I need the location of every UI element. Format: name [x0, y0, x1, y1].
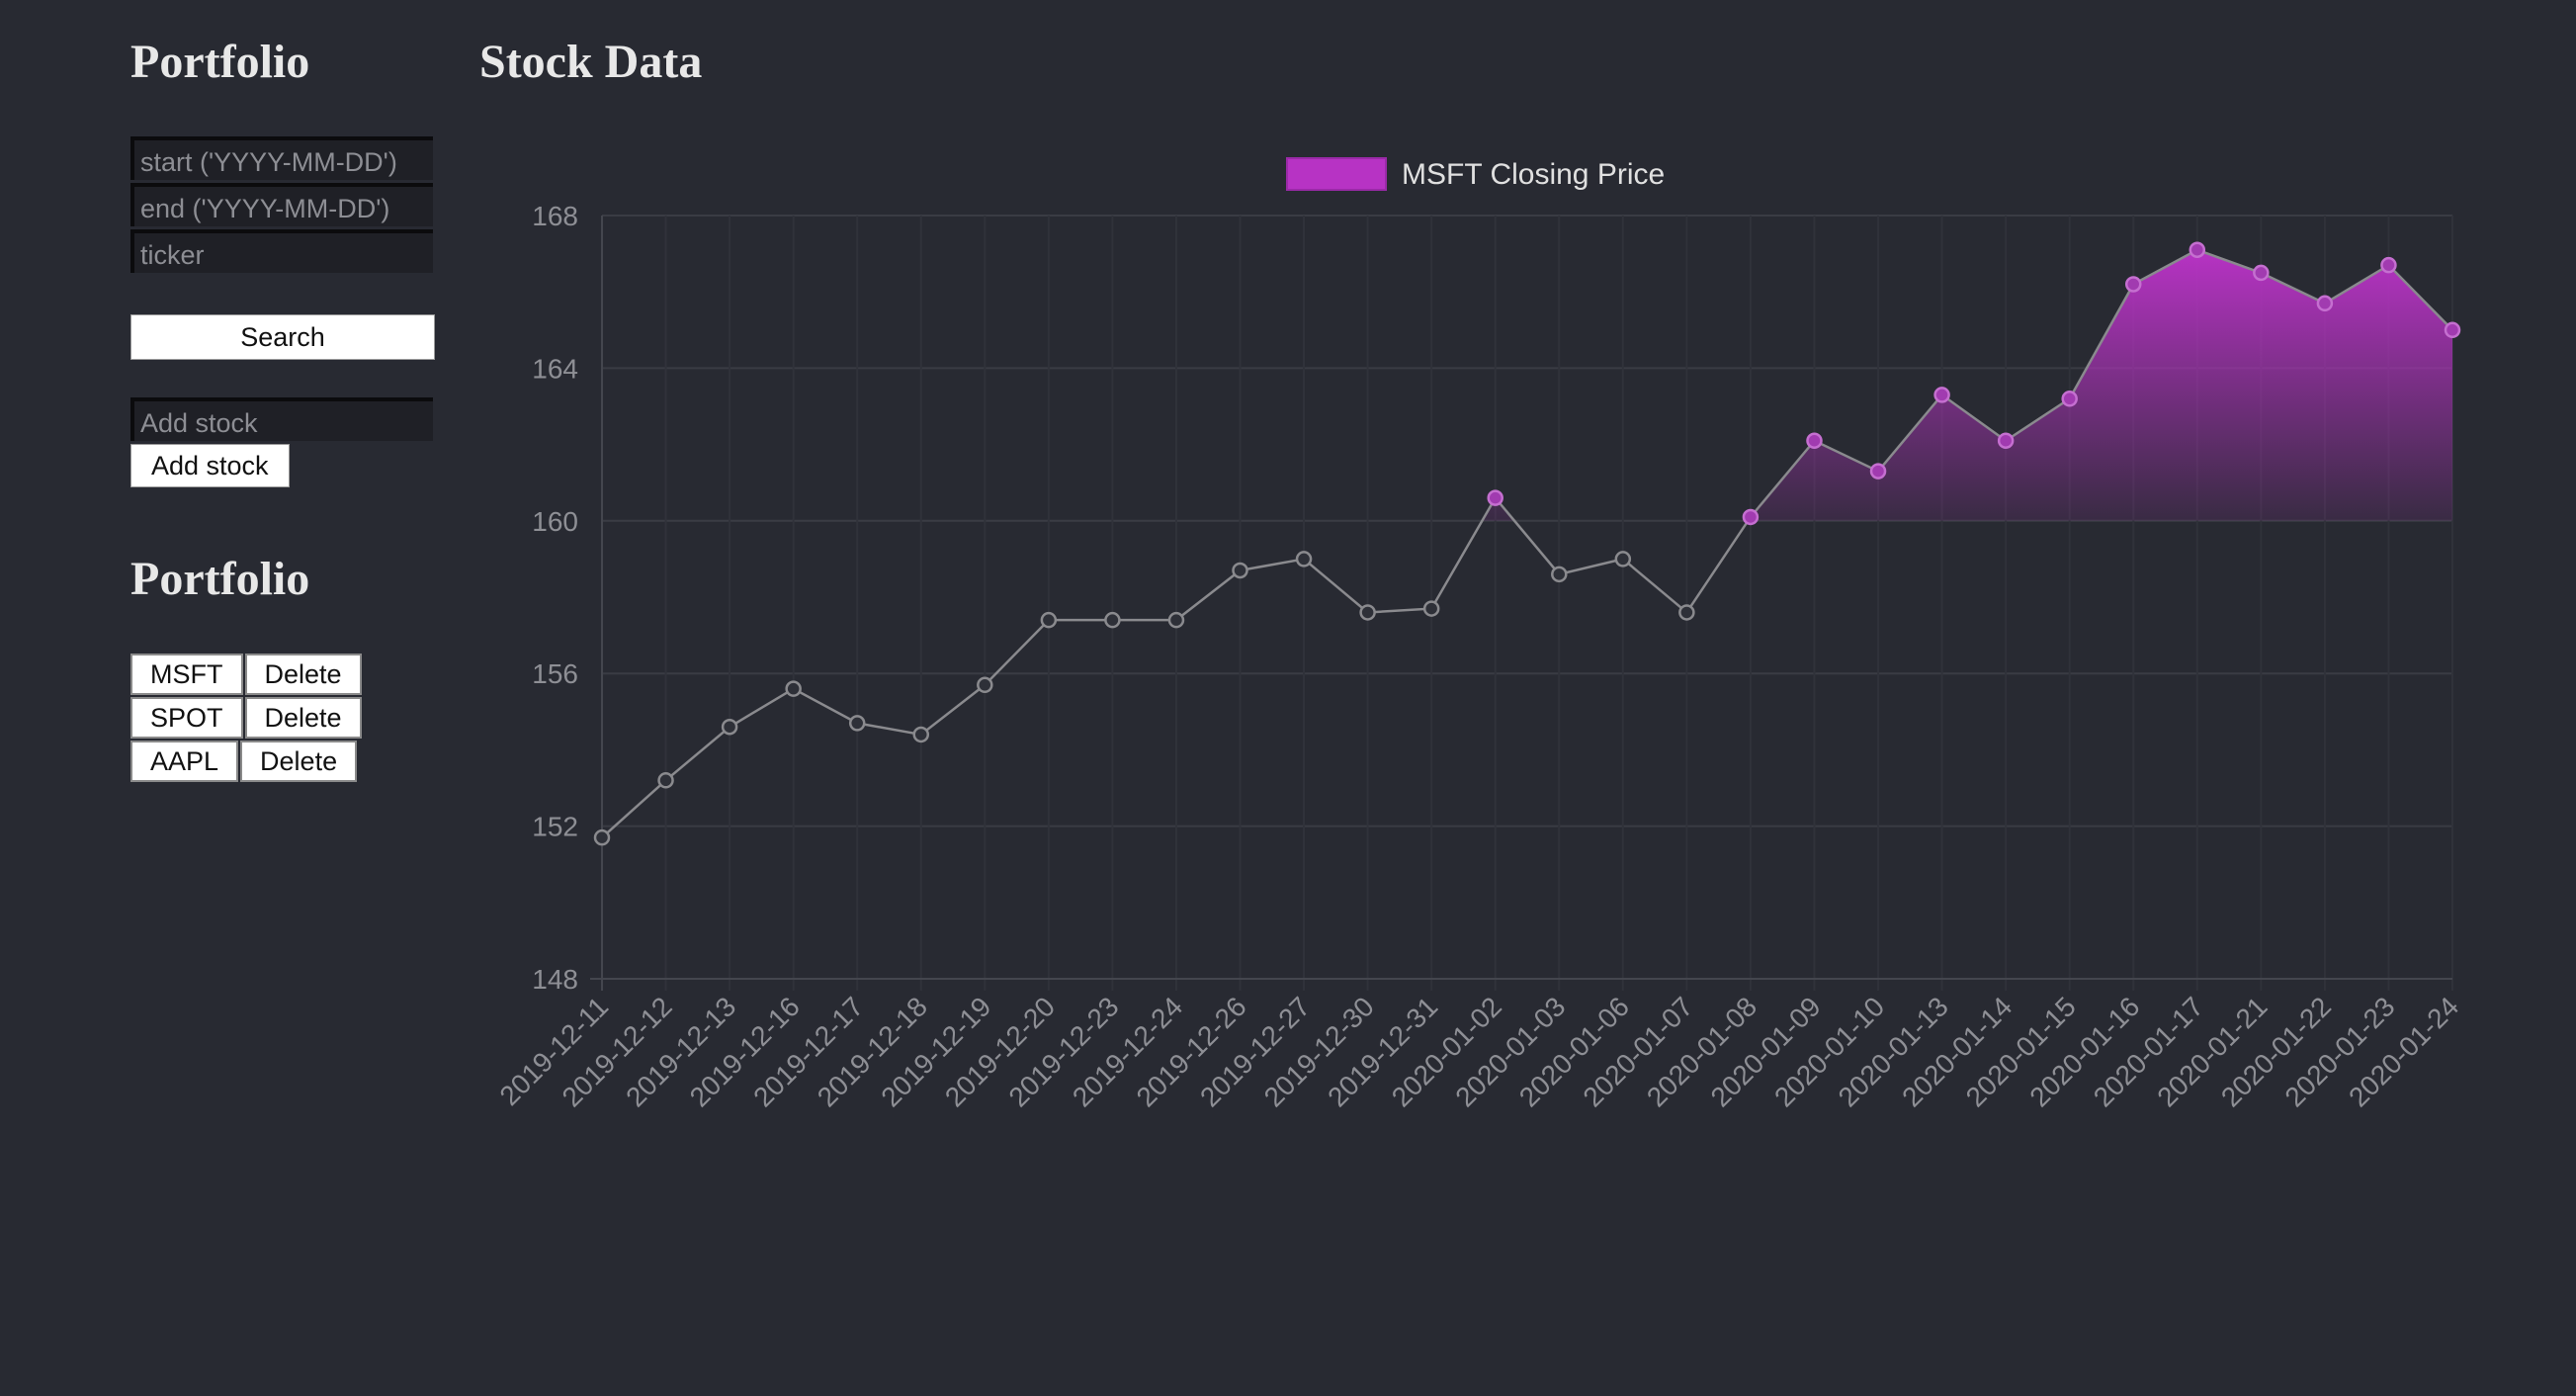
delete-button-aapl[interactable]: Delete [240, 741, 358, 782]
page: Portfolio Search Add stock Portfolio MSF… [0, 0, 2576, 1396]
data-point[interactable] [1487, 489, 1503, 506]
search-button[interactable]: Search [130, 314, 435, 360]
stock-chart: 148 152 156 160 164 168 2019-12-11 2019-12-12 2… [474, 138, 2491, 1167]
add-stock-form: Add stock [130, 397, 457, 487]
data-point[interactable] [2189, 241, 2206, 258]
data-point[interactable] [1869, 463, 1887, 480]
data-point[interactable] [1104, 611, 1121, 629]
stock-button-spot[interactable]: SPOT [130, 697, 243, 739]
data-point[interactable] [2316, 295, 2334, 312]
delete-button-spot[interactable]: Delete [244, 697, 362, 739]
y-tick-label: 164 [532, 353, 578, 384]
portfolio-item: MSFT Delete [130, 654, 457, 695]
data-point[interactable] [1806, 432, 1823, 449]
sidebar-title: Portfolio [130, 36, 310, 88]
data-point[interactable] [1167, 611, 1185, 629]
y-tick-label: 156 [532, 658, 578, 689]
data-point[interactable] [2253, 264, 2270, 282]
portfolio-list: MSFT Delete SPOT Delete AAPL Delete [130, 654, 457, 782]
area-fill [1482, 249, 2452, 521]
stock-button-msft[interactable]: MSFT [130, 654, 243, 695]
data-point[interactable] [1742, 508, 1760, 526]
data-point[interactable] [1232, 562, 1248, 579]
data-point[interactable] [721, 718, 738, 736]
data-point[interactable] [2444, 321, 2461, 339]
add-stock-input[interactable] [130, 397, 433, 441]
sidebar: Portfolio Search Add stock Portfolio MSF… [130, 30, 457, 784]
legend-swatch[interactable] [1286, 157, 1387, 191]
date-range-form [130, 136, 457, 273]
y-tick-label: 168 [532, 201, 578, 231]
delete-button-msft[interactable]: Delete [244, 654, 362, 695]
portfolio-title: Portfolio [130, 553, 310, 605]
data-point[interactable] [657, 772, 674, 789]
data-point[interactable] [593, 829, 611, 846]
y-tick-label: 160 [532, 506, 578, 537]
page-title: Stock Data [479, 36, 703, 88]
data-point[interactable] [1551, 566, 1568, 583]
portfolio-item: AAPL Delete [130, 741, 457, 782]
portfolio-item: SPOT Delete [130, 697, 457, 739]
data-point[interactable] [785, 680, 802, 697]
start-date-input[interactable] [130, 136, 433, 180]
add-stock-button[interactable]: Add stock [130, 444, 290, 487]
stock-button-aapl[interactable]: AAPL [130, 741, 239, 782]
data-point[interactable] [1997, 432, 2015, 449]
data-point[interactable] [1295, 551, 1313, 567]
y-tick-label: 148 [532, 964, 578, 995]
data-point[interactable] [1359, 604, 1376, 621]
y-tick-label: 152 [532, 812, 578, 842]
legend-label: MSFT Closing Price [1402, 158, 1665, 191]
data-point[interactable] [2124, 276, 2142, 293]
data-point[interactable] [1678, 604, 1695, 621]
data-point[interactable] [1040, 611, 1058, 629]
data-point[interactable] [848, 715, 866, 732]
stock-chart-svg: 148152156160164168 2019-12-112019-12-122… [494, 157, 2464, 1113]
data-point[interactable] [912, 726, 930, 743]
end-date-input[interactable] [130, 183, 433, 226]
data-point[interactable] [977, 676, 993, 694]
ticker-input[interactable] [130, 229, 433, 273]
data-point[interactable] [2061, 391, 2078, 407]
data-point[interactable] [1614, 551, 1632, 567]
data-point[interactable] [1933, 387, 1950, 403]
data-point[interactable] [2380, 256, 2397, 274]
data-point[interactable] [1422, 600, 1440, 617]
